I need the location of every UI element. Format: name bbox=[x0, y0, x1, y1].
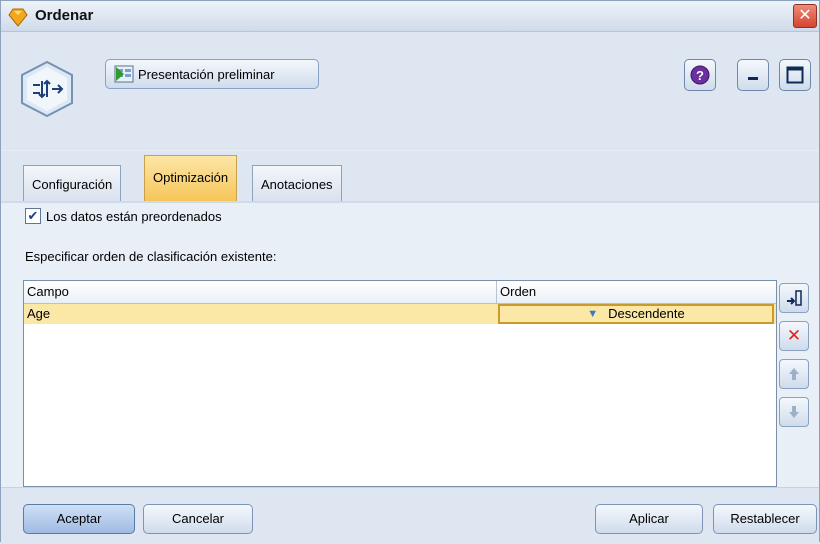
arrow-down-icon bbox=[789, 406, 799, 418]
maximize-icon bbox=[786, 66, 804, 84]
sort-node-icon bbox=[8, 8, 28, 27]
table-header: Campo Orden bbox=[24, 281, 776, 304]
presorted-checkbox[interactable]: ✔ bbox=[25, 208, 41, 224]
preview-icon bbox=[114, 65, 134, 83]
tab-content-panel: ✔ Los datos están preordenados Especific… bbox=[1, 203, 819, 487]
title-bar[interactable]: Ordenar ✕ bbox=[1, 1, 819, 32]
field-cell[interactable]: Age bbox=[24, 304, 496, 324]
order-value: Descendente bbox=[608, 306, 685, 321]
table-row[interactable]: Age ▼ Descendente bbox=[24, 304, 776, 324]
sort-dialog-window: Ordenar ✕ Presentación preliminar ? Conf… bbox=[0, 0, 820, 544]
close-button[interactable]: ✕ bbox=[793, 4, 817, 28]
checkmark-icon: ✔ bbox=[27, 208, 39, 223]
maximize-button[interactable] bbox=[779, 59, 811, 91]
svg-text:?: ? bbox=[696, 68, 704, 83]
dropdown-arrow-icon: ▼ bbox=[587, 308, 599, 320]
column-header-campo[interactable]: Campo bbox=[24, 281, 496, 303]
toolbar-area bbox=[1, 32, 819, 150]
preview-button[interactable]: Presentación preliminar bbox=[105, 59, 319, 89]
presorted-option[interactable]: ✔ Los datos están preordenados bbox=[25, 208, 222, 224]
arrow-up-icon bbox=[789, 368, 799, 380]
delete-icon: ✕ bbox=[786, 326, 802, 345]
column-header-orden[interactable]: Orden bbox=[496, 281, 776, 303]
order-dropdown[interactable]: ▼ Descendente bbox=[498, 304, 774, 324]
ok-button[interactable]: Aceptar bbox=[23, 504, 135, 534]
preview-button-label: Presentación preliminar bbox=[138, 66, 275, 82]
presorted-label: Los datos están preordenados bbox=[46, 208, 222, 224]
tab-label: Configuración bbox=[32, 177, 113, 192]
cancel-button[interactable]: Cancelar bbox=[143, 504, 253, 534]
minimize-button[interactable] bbox=[737, 59, 769, 91]
move-down-button[interactable] bbox=[779, 397, 809, 427]
existing-sort-order-label: Especificar orden de clasificación exist… bbox=[25, 249, 277, 264]
tab-configuracion[interactable]: Configuración bbox=[23, 165, 122, 201]
tab-bar: Configuración Optimización Anotaciones bbox=[1, 151, 819, 203]
sort-node-hex-icon bbox=[21, 60, 73, 118]
reset-button[interactable]: Restablecer bbox=[713, 504, 817, 534]
move-up-button[interactable] bbox=[779, 359, 809, 389]
delete-field-button[interactable]: ✕ bbox=[779, 321, 809, 351]
minimize-icon bbox=[748, 77, 758, 80]
close-icon: ✕ bbox=[798, 7, 812, 24]
sort-order-table[interactable]: Campo Orden Age ▼ Descendente bbox=[23, 280, 777, 487]
tab-optimizacion[interactable]: Optimización bbox=[144, 155, 238, 201]
add-field-icon bbox=[787, 290, 802, 306]
tab-anotaciones[interactable]: Anotaciones bbox=[252, 165, 342, 201]
dialog-footer: Aceptar Cancelar Aplicar Restablecer bbox=[1, 487, 819, 544]
apply-button[interactable]: Aplicar bbox=[595, 504, 703, 534]
window-title: Ordenar bbox=[35, 7, 94, 24]
help-button[interactable]: ? bbox=[684, 59, 716, 91]
add-field-button[interactable] bbox=[779, 283, 809, 313]
tab-label: Optimización bbox=[153, 170, 229, 185]
tab-label: Anotaciones bbox=[261, 177, 333, 192]
help-icon: ? bbox=[690, 65, 710, 85]
